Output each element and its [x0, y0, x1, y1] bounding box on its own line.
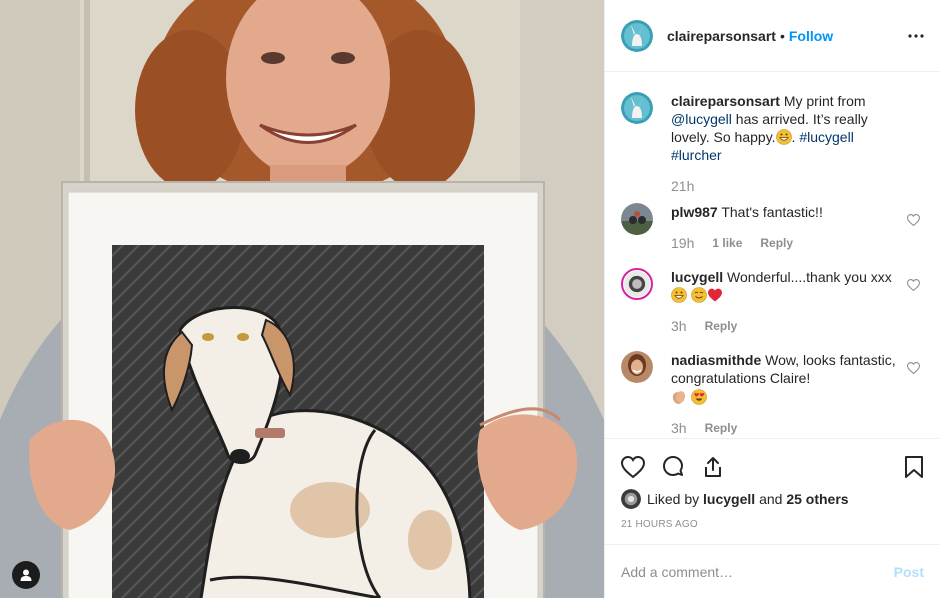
caption-text-1: My print from: [783, 93, 866, 109]
comment-time[interactable]: 3h: [671, 419, 687, 437]
caption: claireparsonsart My print from @lucygell…: [621, 92, 924, 195]
reply-button[interactable]: Reply: [705, 419, 738, 437]
separator-dot: •: [779, 27, 785, 44]
hare-logo-icon: [621, 19, 653, 52]
like-comment-heart-icon[interactable]: [906, 361, 921, 377]
comment-bubble-icon[interactable]: [661, 455, 685, 479]
photo-illustration: [0, 0, 604, 598]
mention-link[interactable]: @lucygell: [671, 111, 732, 127]
like-comment-heart-icon[interactable]: [906, 278, 921, 294]
like-comment-heart-icon[interactable]: [906, 213, 921, 229]
caption-username[interactable]: claireparsonsart: [671, 93, 780, 109]
bookmark-icon[interactable]: [904, 455, 924, 479]
comment-item: lucygell Wonderful....thank you xxx 3h R…: [621, 268, 924, 335]
caption-body: claireparsonsart My print from @lucygell…: [671, 92, 924, 195]
post-comment-button[interactable]: Post: [894, 564, 924, 580]
share-icon[interactable]: [701, 455, 725, 479]
tagged-user-icon[interactable]: [12, 561, 40, 589]
more-options-icon[interactable]: [908, 33, 924, 38]
comment-item: plw987 That's fantastic!! 19h 1 like Rep…: [621, 203, 924, 252]
hare-logo-icon: [621, 92, 653, 124]
heart-eyes-emoji-icon: [691, 389, 707, 405]
person-icon: [20, 569, 32, 581]
post-actions: Liked by lucygell and 25 others 21 HOURS…: [605, 438, 940, 530]
commenter-avatar-plw987[interactable]: [621, 203, 653, 235]
grinning-emoji-icon: [671, 287, 687, 303]
others-likes-link[interactable]: 25 others: [786, 491, 848, 507]
hashtag-lurcher[interactable]: #lurcher: [671, 147, 722, 163]
commenter-avatar-nadiasmithde[interactable]: [621, 351, 653, 383]
clapping-hands-emoji-icon: [672, 391, 686, 404]
instagram-post: claireparsonsart • Follow claireparsonsa…: [0, 0, 940, 598]
comment-item: nadiasmithde Wow, looks fantastic, congr…: [621, 351, 924, 437]
comment-time[interactable]: 3h: [671, 317, 687, 335]
grinning-emoji-icon: [775, 129, 792, 145]
comment-username[interactable]: lucygell: [671, 269, 723, 285]
comment-meta: 3h Reply: [671, 317, 902, 335]
comments-list[interactable]: claireparsonsart My print from @lucygell…: [605, 72, 940, 438]
comment-username[interactable]: plw987: [671, 204, 718, 220]
add-comment-bar: Post: [605, 544, 940, 598]
caption-author-avatar[interactable]: [621, 92, 653, 124]
comment-text: That's fantastic!!: [721, 204, 823, 220]
red-heart-emoji-icon: [707, 288, 722, 302]
reply-button[interactable]: Reply: [760, 234, 793, 252]
comment-meta: 19h 1 like Reply: [671, 234, 902, 252]
author-username[interactable]: claireparsonsart: [667, 28, 776, 44]
avatar-image: [621, 351, 653, 383]
likes-summary: Liked by lucygell and 25 others: [621, 489, 924, 509]
avatar-image: [621, 203, 653, 235]
avatar-image: [624, 271, 650, 297]
comment-like-count[interactable]: 1 like: [712, 234, 742, 252]
hashtag-lucygell[interactable]: #lucygell: [799, 129, 853, 145]
comment-time[interactable]: 19h: [671, 234, 694, 252]
liker-avatar[interactable]: [621, 489, 641, 509]
caption-meta: 21h: [671, 177, 902, 195]
author-avatar[interactable]: [621, 19, 653, 52]
smiling-emoji-icon: [691, 287, 707, 303]
comment-text: Wonderful....thank you xxx: [727, 269, 892, 285]
like-heart-icon[interactable]: [621, 456, 645, 478]
commenter-avatar-lucygell[interactable]: [621, 268, 653, 300]
reply-button[interactable]: Reply: [705, 317, 738, 335]
post-header: claireparsonsart • Follow: [605, 0, 940, 72]
likes-prefix: Liked by: [647, 491, 700, 507]
action-icons: [621, 447, 924, 487]
post-timestamp[interactable]: 21 HOURS AGO: [621, 519, 924, 530]
comment-input[interactable]: [621, 563, 894, 580]
caption-time[interactable]: 21h: [671, 177, 694, 195]
post-photo[interactable]: [0, 0, 604, 598]
liker-username[interactable]: lucygell: [703, 491, 755, 507]
comment-username[interactable]: nadiasmithde: [671, 352, 761, 368]
comment-meta: 3h Reply: [671, 419, 902, 437]
comment-body: plw987 That's fantastic!! 19h 1 like Rep…: [671, 203, 924, 252]
comment-body: nadiasmithde Wow, looks fantastic, congr…: [671, 351, 924, 437]
comment-body: lucygell Wonderful....thank you xxx 3h R…: [671, 268, 924, 335]
post-side-panel: claireparsonsart • Follow claireparsonsa…: [604, 0, 940, 598]
likes-middle: and: [759, 491, 783, 507]
follow-button[interactable]: Follow: [789, 28, 833, 44]
